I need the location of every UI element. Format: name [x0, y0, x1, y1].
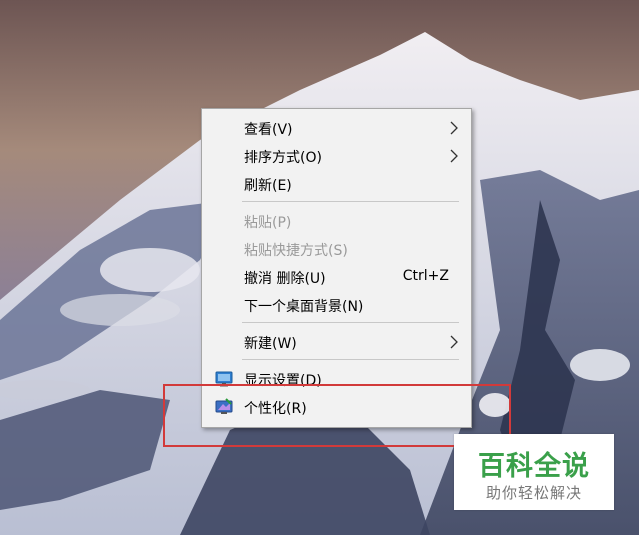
watermark-subtitle: 助你轻松解决: [485, 484, 582, 502]
menu-separator: [242, 322, 459, 323]
menu-item-new[interactable]: 新建(W): [202, 328, 471, 356]
menu-item-sort-by[interactable]: 排序方式(O): [202, 142, 471, 170]
menu-item-label: 粘贴(P): [244, 215, 292, 231]
menu-item-label: 撤消 删除(U): [244, 271, 326, 287]
chevron-right-icon: [450, 149, 458, 163]
menu-item-label: 粘贴快捷方式(S): [244, 243, 348, 259]
menu-item-label: 刷新(E): [244, 178, 292, 194]
menu-separator: [242, 359, 459, 360]
menu-item-view[interactable]: 查看(V): [202, 114, 471, 142]
menu-item-shortcut: Ctrl+Z: [402, 268, 449, 284]
menu-item-label: 排序方式(O): [244, 150, 322, 166]
chevron-right-icon: [450, 121, 458, 135]
menu-item-next-background[interactable]: 下一个桌面背景(N): [202, 291, 471, 319]
menu-item-refresh[interactable]: 刷新(E): [202, 170, 471, 198]
menu-item-undo-delete[interactable]: 撤消 删除(U) Ctrl+Z: [202, 263, 471, 291]
menu-item-paste: 粘贴(P): [202, 207, 471, 235]
menu-item-label: 查看(V): [244, 122, 293, 138]
menu-item-label: 新建(W): [244, 336, 297, 352]
menu-item-paste-shortcut: 粘贴快捷方式(S): [202, 235, 471, 263]
menu-separator: [242, 201, 459, 202]
watermark-badge: 百科全说 助你轻松解决: [454, 434, 614, 510]
menu-item-label: 下一个桌面背景(N): [244, 299, 364, 315]
watermark-title: 百科全说: [478, 451, 590, 482]
desktop-context-menu: 查看(V) 排序方式(O) 刷新(E) 粘贴(P) 粘贴快捷方式(S) 撤消 删…: [201, 108, 472, 428]
chevron-right-icon: [450, 335, 458, 349]
